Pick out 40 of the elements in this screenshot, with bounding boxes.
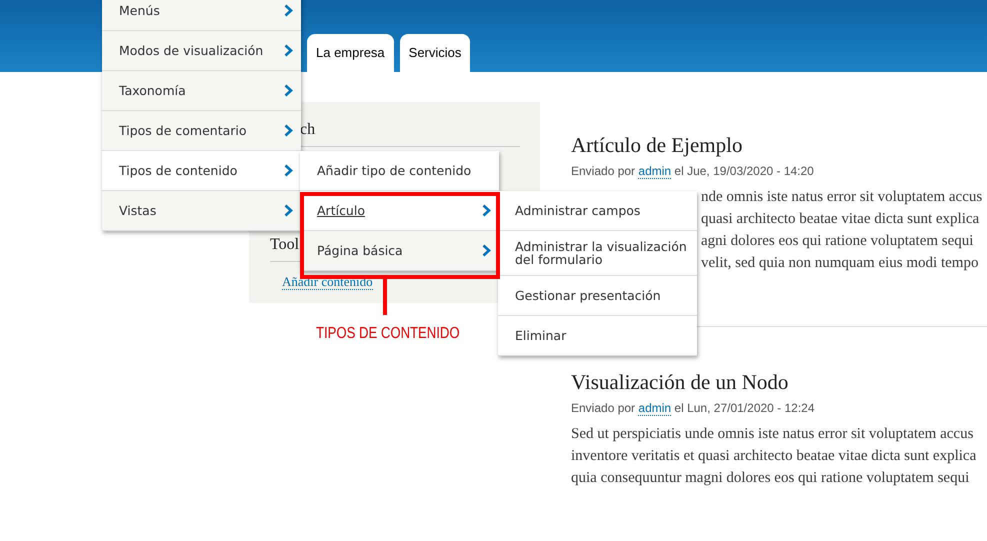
- menu-item[interactable]: Eliminar: [498, 316, 697, 356]
- chevron-right-icon: [284, 124, 293, 137]
- meta-text: el Jue, 19/03/2020 - 14:20: [673, 164, 814, 178]
- chevron-right-icon: [284, 4, 293, 17]
- chevron-right-icon: [482, 204, 491, 217]
- menu-item[interactable]: Taxonomía: [102, 71, 301, 111]
- block-title: ch: [300, 120, 316, 140]
- article-title: Visualización de un Nodo: [571, 369, 790, 395]
- chevron-right-icon: [284, 164, 293, 177]
- annotation-label: TIPOS DE CONTENIDO: [316, 324, 460, 344]
- author-link[interactable]: admin: [638, 401, 672, 416]
- menu-item[interactable]: Añadir tipo de contenido: [300, 151, 499, 191]
- chevron-right-icon: [284, 44, 293, 57]
- menu-item[interactable]: Administrar campos: [498, 191, 697, 231]
- chevron-right-icon: [482, 244, 491, 257]
- meta-text: Enviado por: [571, 164, 636, 178]
- chevron-right-icon: [284, 84, 293, 97]
- meta-text: Enviado por: [571, 401, 636, 415]
- article-title: Artículo de Ejemplo: [571, 132, 744, 158]
- author-link[interactable]: admin: [638, 164, 672, 179]
- body-text: inventore veritatis et quasi architecto beatae vitae dicta sunt explica: [571, 448, 976, 464]
- menu-item[interactable]: Tipos de comentario: [102, 111, 301, 151]
- menu-item[interactable]: Vistas: [102, 191, 301, 231]
- body-text: quia consequuntur magni dolores eos qui ratione voluptatem sequi: [571, 470, 970, 486]
- block-title: Tool: [270, 235, 300, 255]
- body-text: agni dolores eos qui ratione voluptatem sequi: [701, 233, 974, 249]
- chevron-right-icon: [284, 204, 293, 217]
- menu-item[interactable]: Menús: [102, 0, 301, 31]
- body-text: nde omnis iste natus error sit voluptatem accus: [701, 189, 982, 205]
- sidebar-link[interactable]: Añadir contenido: [282, 274, 373, 290]
- nav-tab[interactable]: La empresa: [307, 34, 394, 72]
- meta-text: el Lun, 27/01/2020 - 12:24: [673, 401, 815, 415]
- nav-tab[interactable]: Servicios: [400, 34, 470, 72]
- menu-item[interactable]: Modos de visualización: [102, 31, 301, 71]
- menu-item[interactable]: Tipos de contenido: [102, 151, 301, 191]
- body-text: Sed ut perspiciatis unde omnis iste natus error sit voluptatem accus: [571, 426, 974, 442]
- body-text: velit, sed quia non numquam eius modi tempo: [701, 255, 978, 271]
- menu-item[interactable]: Gestionar presentación: [498, 276, 697, 316]
- menu-item[interactable]: Administrar la visualización del formulario: [498, 231, 697, 276]
- body-text: quasi architecto beatae vitae dicta sunt explica: [701, 211, 980, 227]
